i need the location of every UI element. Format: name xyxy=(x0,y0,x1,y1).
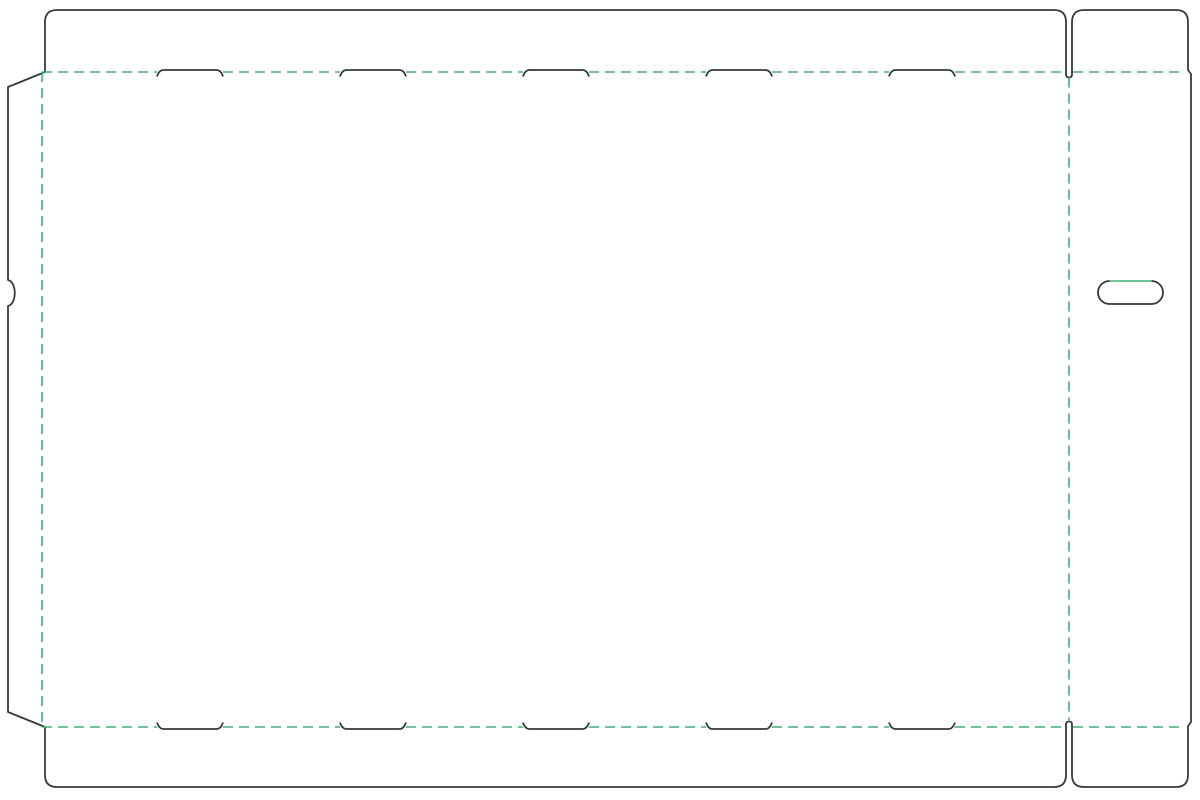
blank-cut-outline xyxy=(8,10,1191,787)
bottom-tab-cut-4 xyxy=(706,723,772,730)
top-tab-cut-3 xyxy=(523,70,589,77)
top-tab-cut-2 xyxy=(340,70,406,77)
dieline-page xyxy=(0,0,1200,800)
bottom-tab-cut-3 xyxy=(523,723,589,730)
top-tab-cut-1 xyxy=(157,70,223,77)
top-tab-cut-4 xyxy=(706,70,772,77)
dieline-svg xyxy=(0,0,1200,800)
bottom-tab-cut-1 xyxy=(157,723,223,730)
top-tab-cut-5 xyxy=(889,70,955,77)
thumb-slot-cut xyxy=(1098,281,1163,304)
bottom-tab-cut-2 xyxy=(340,723,406,730)
bottom-tab-cut-5 xyxy=(889,723,955,730)
